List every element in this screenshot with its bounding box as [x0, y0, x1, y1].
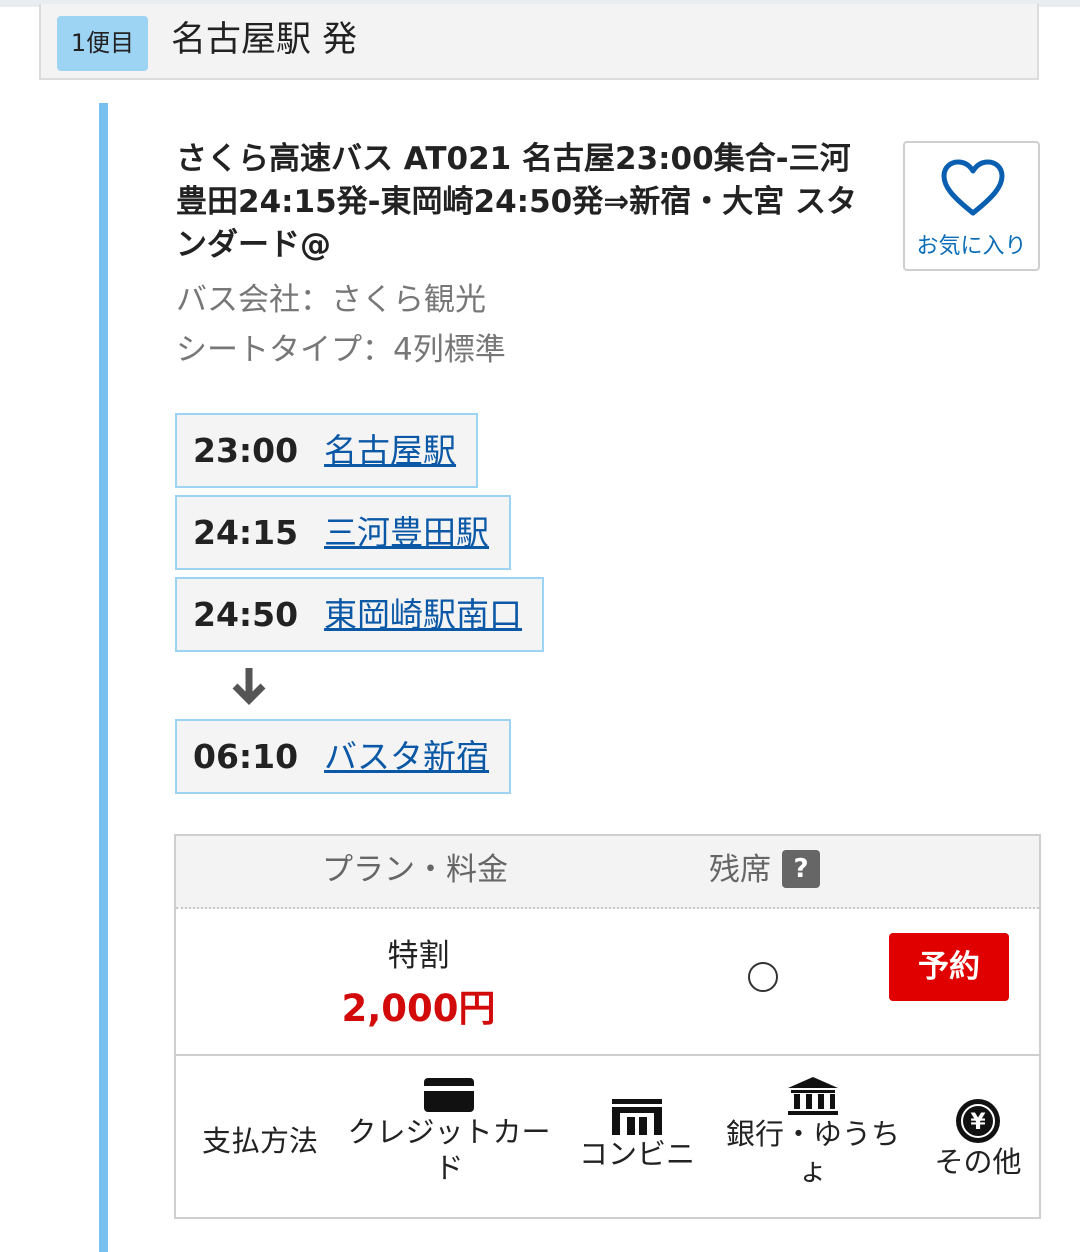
stop-time: 23:00 [193, 431, 299, 470]
plan-table-header: プラン・料金 残席 ? [176, 836, 1039, 909]
svg-text:¥: ¥ [970, 1110, 986, 1135]
seat-available-circle-icon [748, 962, 778, 992]
credit-card-icon [424, 1078, 474, 1112]
stop-busta-shinjuku: 06:10 バスタ新宿 [175, 719, 512, 794]
payment-label: コンビニ [578, 1137, 695, 1171]
arrow-down-icon [232, 668, 266, 705]
payment-convenience-store: コンビニ [576, 1098, 698, 1172]
payment-bank: 銀行・ゆうち ょ [720, 1076, 906, 1188]
stop-time: 24:50 [193, 595, 299, 634]
stop-link[interactable]: 名古屋駅 [324, 415, 456, 486]
plan-name: 特割 [387, 938, 450, 974]
seats-column-header: 残席 [709, 852, 771, 888]
bus-name: さくら高速バス AT021 名古屋23:00集合-三河豊田24:15発-東岡崎2… [176, 141, 857, 263]
plan-table: プラン・料金 残席 ? 特割 2,000円 予約 支払方法 クレジットカー ド … [174, 834, 1041, 1219]
bus-company: バス会社：さくら観光 [176, 282, 486, 318]
payment-label: その他 [934, 1145, 1022, 1179]
payment-credit-card: クレジットカー ド [342, 1076, 556, 1186]
trip-departure-title: 名古屋駅 発 [171, 20, 358, 60]
payment-label: クレジットカー [347, 1115, 551, 1149]
bank-icon [788, 1077, 838, 1115]
stop-time: 06:10 [193, 737, 299, 776]
plan-price: 2,000円 [341, 987, 496, 1030]
stop-time: 24:15 [193, 513, 299, 552]
plan-column-header: プラン・料金 [322, 852, 508, 888]
help-icon[interactable]: ? [782, 850, 820, 888]
seat-type: シートタイプ：4列標準 [176, 332, 506, 368]
divider [176, 1054, 1039, 1056]
favorite-button[interactable]: お気に入り [903, 141, 1040, 271]
trip-accent-line [99, 103, 108, 1252]
favorite-label: お気に入り [916, 234, 1027, 259]
trip-header: 1便目 名古屋駅 発 [39, 4, 1039, 80]
payment-other: ¥ その他 [928, 1098, 1028, 1180]
stop-nagoya: 23:00 名古屋駅 [175, 413, 479, 488]
stop-link[interactable]: バスタ新宿 [324, 721, 489, 792]
stop-link[interactable]: 三河豊田駅 [324, 497, 489, 568]
payment-label: 銀行・ゆうち [725, 1117, 900, 1151]
stop-mikawa-toyota: 24:15 三河豊田駅 [175, 495, 512, 570]
payment-label: ド [434, 1151, 464, 1185]
yen-coin-icon: ¥ [956, 1099, 1000, 1143]
reserve-button[interactable]: 予約 [889, 933, 1009, 1001]
heart-icon [941, 159, 1005, 216]
stop-higashi-okazaki: 24:50 東岡崎駅南口 [175, 577, 545, 652]
trip-number-badge: 1便目 [57, 16, 148, 71]
convenience-store-icon [612, 1099, 662, 1135]
payment-label: ょ [798, 1153, 828, 1187]
stop-link[interactable]: 東岡崎駅南口 [324, 579, 522, 650]
payment-method-label: 支払方法 [202, 1124, 319, 1158]
